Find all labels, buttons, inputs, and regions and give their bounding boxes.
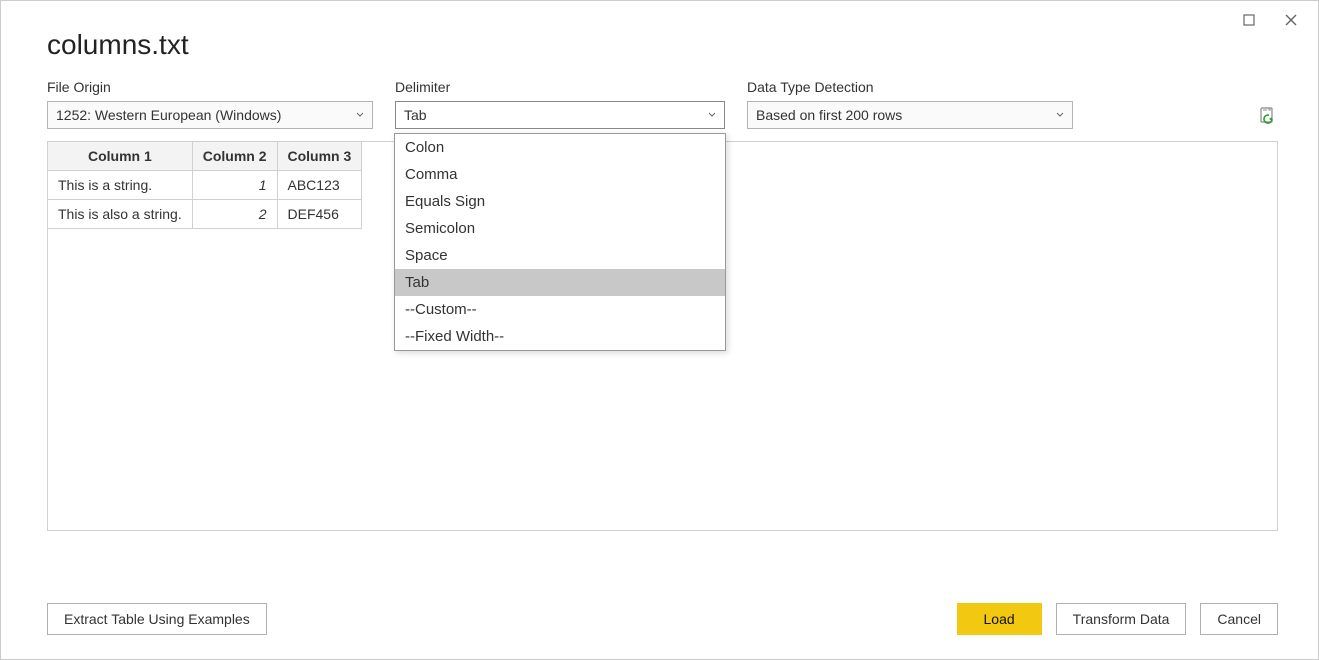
column-header: Column 2 [192,142,277,171]
detection-label: Data Type Detection [747,79,1073,95]
maximize-icon[interactable] [1242,13,1256,27]
chevron-down-icon [1056,111,1064,119]
detection-combo[interactable]: Based on first 200 rows [747,101,1073,129]
preview-area: Column 1 Column 2 Column 3 This is a str… [47,141,1278,531]
chevron-down-icon [708,111,716,119]
transform-data-button[interactable]: Transform Data [1056,603,1187,635]
table-row: This is a string. 1 ABC123 [48,171,362,200]
dialog-title: columns.txt [47,29,1278,61]
delimiter-dropdown-list: Colon Comma Equals Sign Semicolon Space … [394,133,726,351]
detection-value: Based on first 200 rows [756,107,902,123]
cell: This is a string. [48,171,193,200]
delimiter-option-semicolon[interactable]: Semicolon [395,215,725,242]
delimiter-value: Tab [404,107,427,123]
file-origin-value: 1252: Western European (Windows) [56,107,281,123]
delimiter-option-fixed-width[interactable]: --Fixed Width-- [395,323,725,350]
file-origin-label: File Origin [47,79,373,95]
delimiter-option-custom[interactable]: --Custom-- [395,296,725,323]
dialog-footer: Extract Table Using Examples Load Transf… [47,603,1278,635]
delimiter-label: Delimiter [395,79,725,95]
cell: 1 [192,171,277,200]
load-button[interactable]: Load [957,603,1042,635]
close-icon[interactable] [1284,13,1298,27]
detection-group: Data Type Detection Based on first 200 r… [747,79,1073,129]
cell: ABC123 [277,171,362,200]
navigator-dialog: columns.txt File Origin 1252: Western Eu… [0,0,1319,660]
column-header: Column 3 [277,142,362,171]
file-origin-combo[interactable]: 1252: Western European (Windows) [47,101,373,129]
preview-table: Column 1 Column 2 Column 3 This is a str… [47,141,362,229]
chevron-down-icon [356,111,364,119]
delimiter-option-equals-sign[interactable]: Equals Sign [395,188,725,215]
file-origin-group: File Origin 1252: Western European (Wind… [47,79,373,129]
cell: 2 [192,200,277,229]
import-options-row: File Origin 1252: Western European (Wind… [47,79,1278,129]
delimiter-option-tab[interactable]: Tab [395,269,725,296]
cell: This is also a string. [48,200,193,229]
delimiter-option-colon[interactable]: Colon [395,134,725,161]
extract-table-button[interactable]: Extract Table Using Examples [47,603,267,635]
table-header-row: Column 1 Column 2 Column 3 [48,142,362,171]
delimiter-option-space[interactable]: Space [395,242,725,269]
window-controls [1242,13,1298,27]
refresh-icon[interactable] [1258,107,1278,127]
delimiter-combo[interactable]: Tab [395,101,725,129]
delimiter-group: Delimiter Tab [395,79,725,129]
table-row: This is also a string. 2 DEF456 [48,200,362,229]
column-header: Column 1 [48,142,193,171]
delimiter-option-comma[interactable]: Comma [395,161,725,188]
cancel-button[interactable]: Cancel [1200,603,1278,635]
cell: DEF456 [277,200,362,229]
